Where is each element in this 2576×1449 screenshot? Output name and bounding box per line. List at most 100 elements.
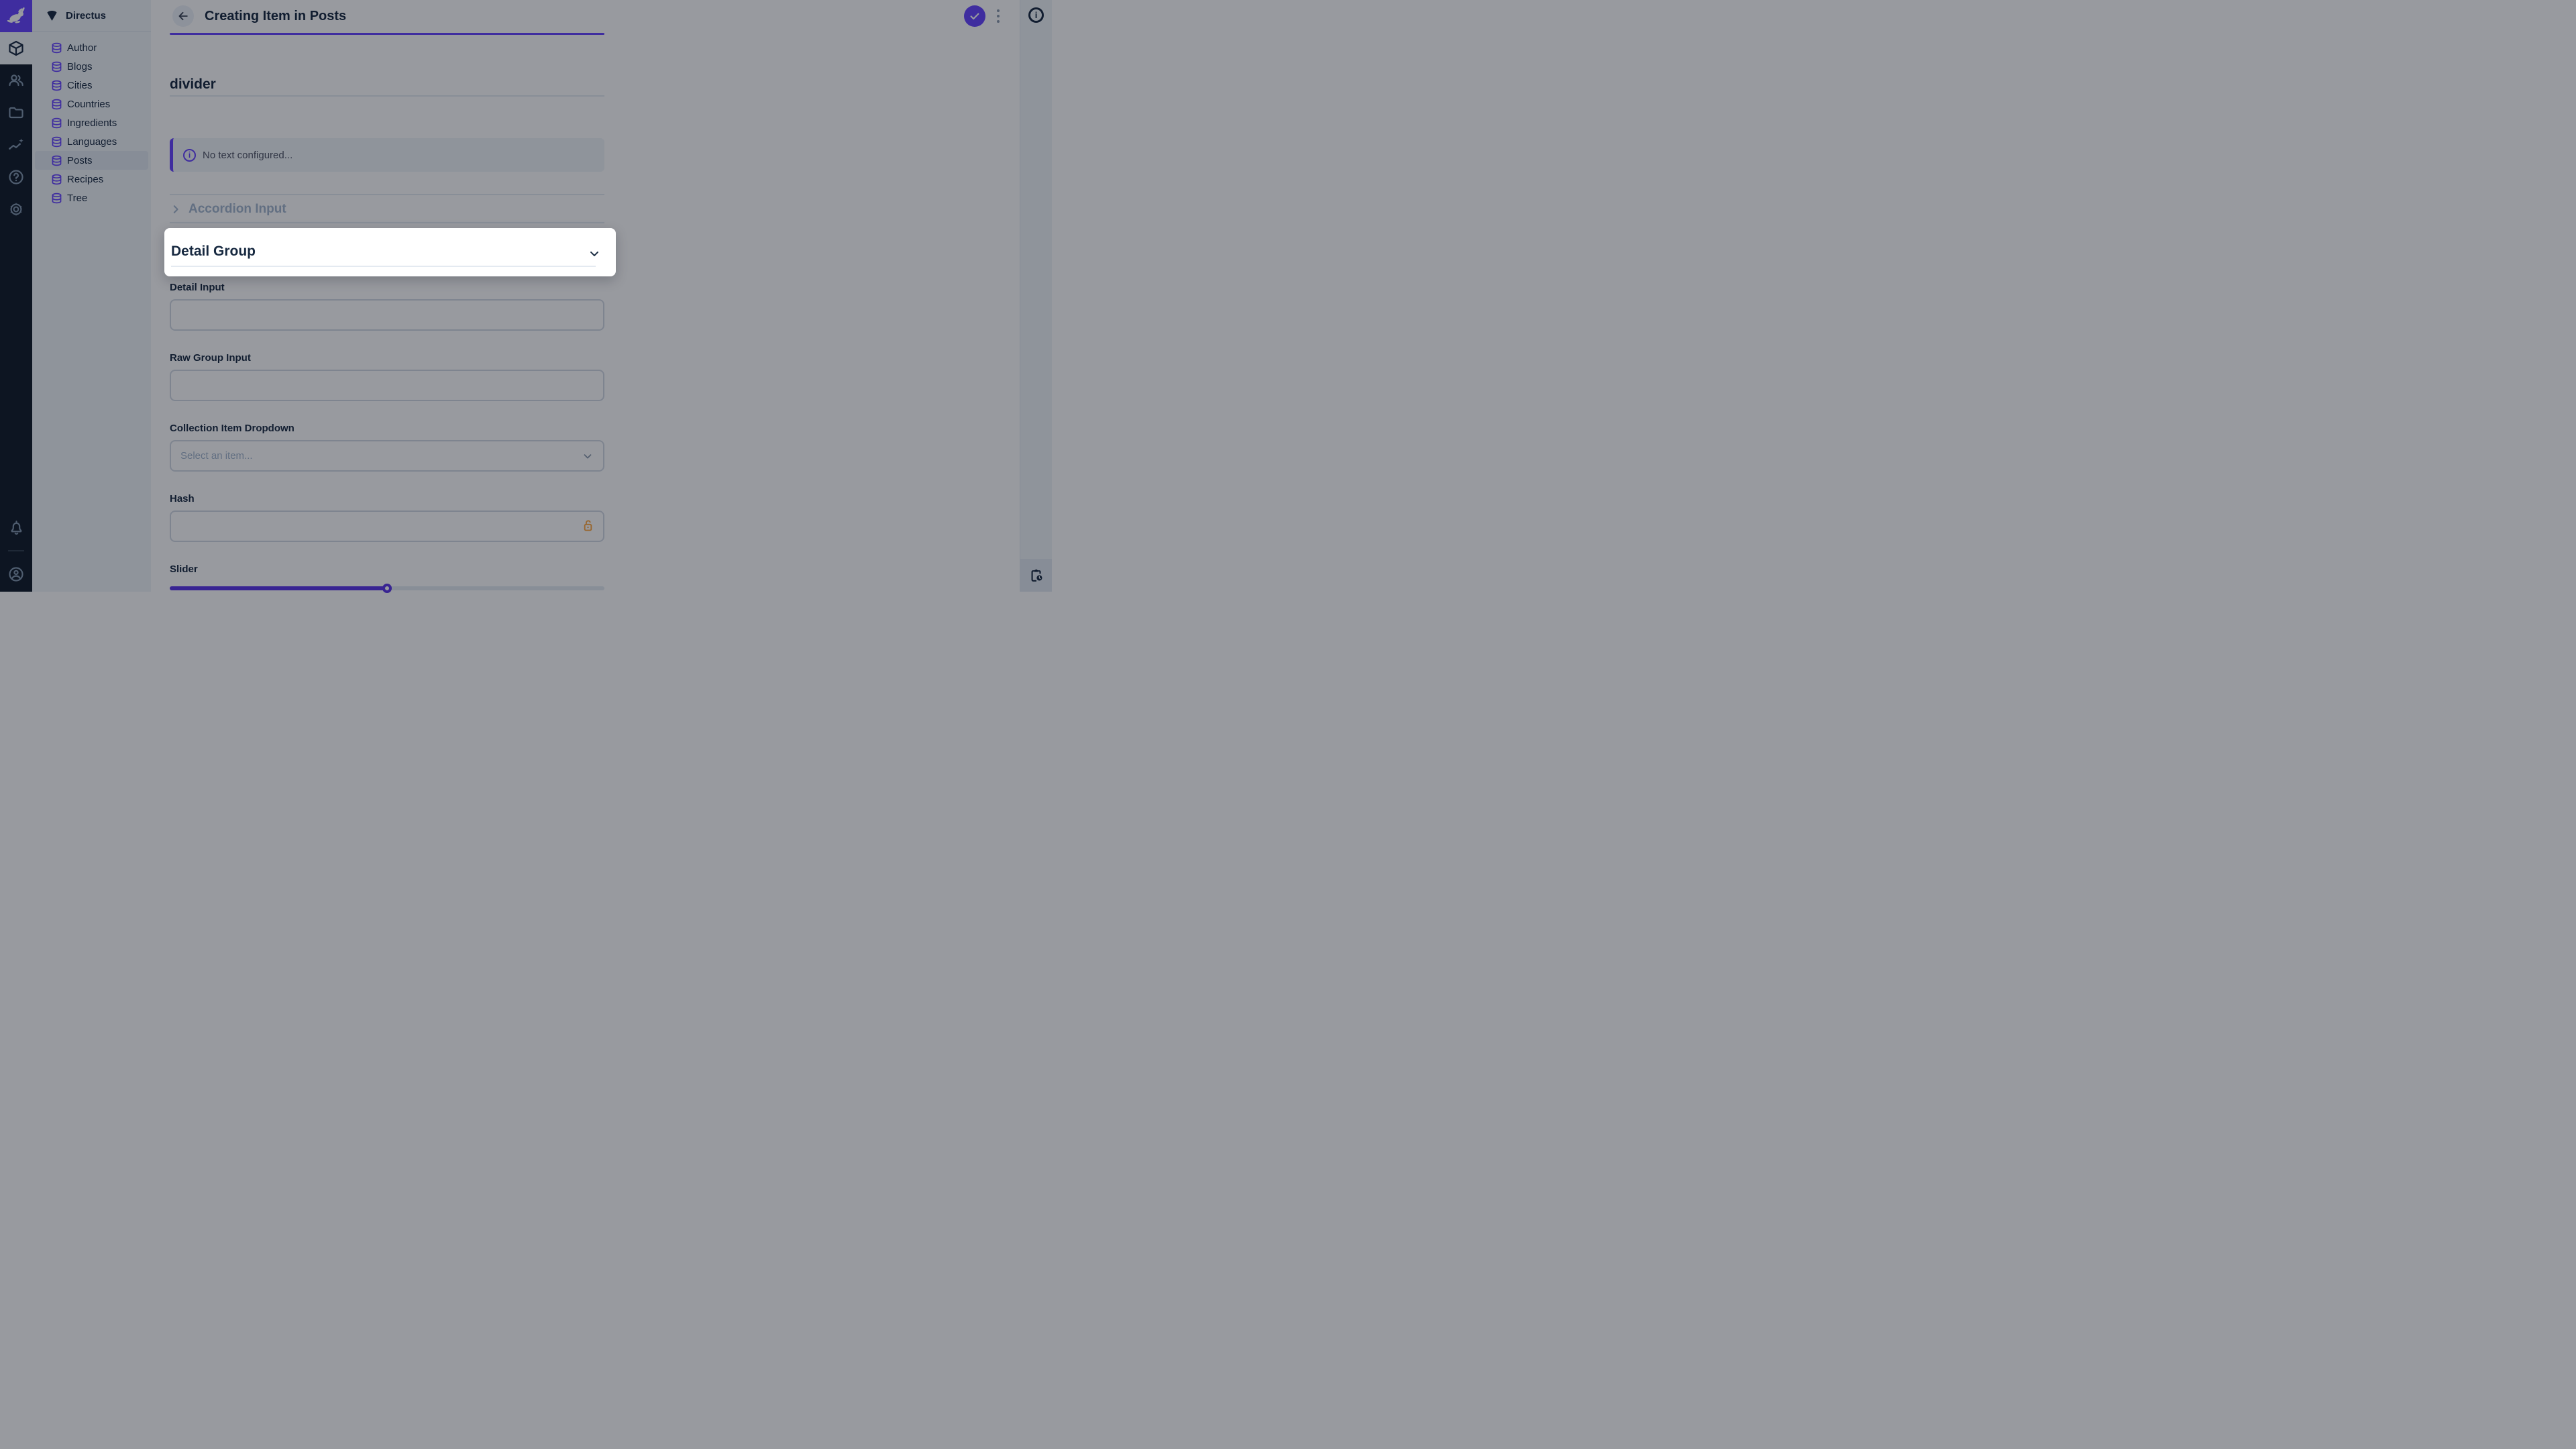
accordion-input-header[interactable]: Accordion Input (170, 201, 604, 218)
module-bar-divider (8, 550, 24, 551)
database-icon (51, 61, 62, 72)
sidebar-item-label: Blogs (67, 61, 93, 72)
gear-icon (7, 201, 25, 218)
slider-fill (170, 586, 387, 590)
detail-input-field[interactable] (170, 299, 604, 331)
item-info-button[interactable]: i (1028, 7, 1044, 23)
sidebar-item-label: Countries (67, 99, 110, 110)
field-detail-input: Detail Input (170, 282, 604, 331)
chevron-down-icon (588, 247, 601, 260)
nav-sidebar: Directus Author Blogs Cities Countries I… (32, 0, 151, 592)
account-button[interactable] (0, 558, 32, 590)
lock-open-icon (581, 519, 595, 533)
field-collection-item-dropdown: Collection Item Dropdown Select an item.… (170, 423, 604, 472)
right-sidebar: i (1020, 0, 1052, 592)
kebab-vertical-icon (997, 9, 1000, 23)
dropdown-placeholder: Select an item... (180, 450, 253, 462)
sidebar-item-label: Posts (67, 155, 93, 166)
slider-handle[interactable] (382, 584, 392, 593)
accordion-input-label: Accordion Input (189, 202, 286, 217)
focused-field-underline (170, 33, 604, 35)
module-files[interactable] (0, 97, 32, 129)
module-content[interactable] (0, 32, 32, 64)
notifications-button[interactable] (0, 511, 32, 543)
hash-input-field[interactable] (170, 511, 604, 542)
detail-group-rule (171, 266, 596, 267)
box-icon (7, 40, 25, 57)
sidebar-item-label: Tree (67, 193, 87, 204)
project-name: Directus (66, 10, 106, 21)
field-raw-group-input: Raw Group Input (170, 352, 604, 401)
database-icon (51, 80, 62, 91)
module-settings[interactable] (0, 193, 32, 225)
sidebar-item-label: Author (67, 42, 97, 54)
field-label: Hash (170, 493, 604, 504)
field-label: Detail Input (170, 282, 604, 293)
field-label: Slider (170, 564, 604, 575)
header-menu-button[interactable] (994, 7, 1002, 25)
project-header[interactable]: Directus (32, 0, 151, 32)
item-form: divider i No text configured... Accordio… (170, 33, 604, 593)
sidebar-item-recipes[interactable]: Recipes (35, 170, 148, 189)
notice-text: No text configured... (203, 150, 292, 161)
sidebar-item-ingredients[interactable]: Ingredients (35, 113, 148, 132)
person-circle-icon (7, 566, 25, 583)
info-circle-icon: i (183, 149, 196, 162)
divider-heading: divider (170, 76, 604, 93)
sidebar-item-posts[interactable]: Posts (35, 151, 148, 170)
page-title: Creating Item in Posts (205, 9, 346, 24)
sidebar-item-label: Recipes (67, 174, 103, 185)
detail-group-header[interactable]: Detail Group (164, 228, 616, 276)
sidebar-item-cities[interactable]: Cities (35, 76, 148, 95)
module-help[interactable] (0, 161, 32, 193)
app-shell: Directus Author Blogs Cities Countries I… (0, 0, 1052, 592)
sidebar-item-blogs[interactable]: Blogs (35, 57, 148, 76)
revisions-drawer-toggle[interactable] (1020, 559, 1052, 592)
help-circle-icon (7, 168, 25, 186)
sidebar-item-languages[interactable]: Languages (35, 132, 148, 151)
module-users[interactable] (0, 64, 32, 97)
activity-sparkle-icon (7, 136, 25, 154)
module-bar-spacer (0, 225, 32, 511)
check-icon (968, 9, 981, 23)
people-icon (7, 72, 25, 89)
database-icon (51, 174, 62, 185)
slider[interactable] (170, 584, 604, 593)
sidebar-item-author[interactable]: Author (35, 38, 148, 57)
field-slider: Slider (170, 564, 604, 593)
folder-icon (7, 104, 25, 121)
collection-item-dropdown[interactable]: Select an item... (170, 440, 604, 472)
database-icon (51, 99, 62, 110)
sidebar-item-label: Ingredients (67, 117, 117, 129)
slider-track[interactable] (170, 586, 604, 590)
bell-icon (8, 519, 25, 536)
module-insights[interactable] (0, 129, 32, 161)
section-rule (170, 222, 604, 223)
sidebar-item-tree[interactable]: Tree (35, 189, 148, 207)
sidebar-item-label: Languages (67, 136, 117, 148)
page-header: Creating Item in Posts (151, 0, 1020, 32)
arrow-left-icon (176, 9, 190, 23)
main-area: Creating Item in Posts divider (151, 0, 1020, 592)
save-button[interactable] (964, 5, 985, 27)
clipboard-clock-icon (1029, 568, 1044, 583)
database-icon (51, 193, 62, 204)
sidebar-item-countries[interactable]: Countries (35, 95, 148, 113)
chevron-right-icon (170, 203, 182, 215)
detail-group-title: Detail Group (171, 243, 596, 260)
field-label: Raw Group Input (170, 352, 604, 364)
collections-list: Author Blogs Cities Countries Ingredient… (32, 32, 151, 207)
chevron-down-icon (582, 450, 594, 462)
section-rule (170, 194, 604, 195)
rabbit-icon (6, 6, 26, 26)
directus-logo[interactable] (0, 0, 32, 32)
database-icon (51, 42, 62, 54)
notice-banner: i No text configured... (170, 138, 604, 172)
raw-group-input-field[interactable] (170, 370, 604, 401)
sidebar-item-label: Cities (67, 80, 93, 91)
database-icon (51, 117, 62, 129)
fan-shield-icon (46, 9, 58, 22)
database-icon (51, 136, 62, 148)
back-button[interactable] (172, 5, 194, 27)
field-label: Collection Item Dropdown (170, 423, 604, 434)
